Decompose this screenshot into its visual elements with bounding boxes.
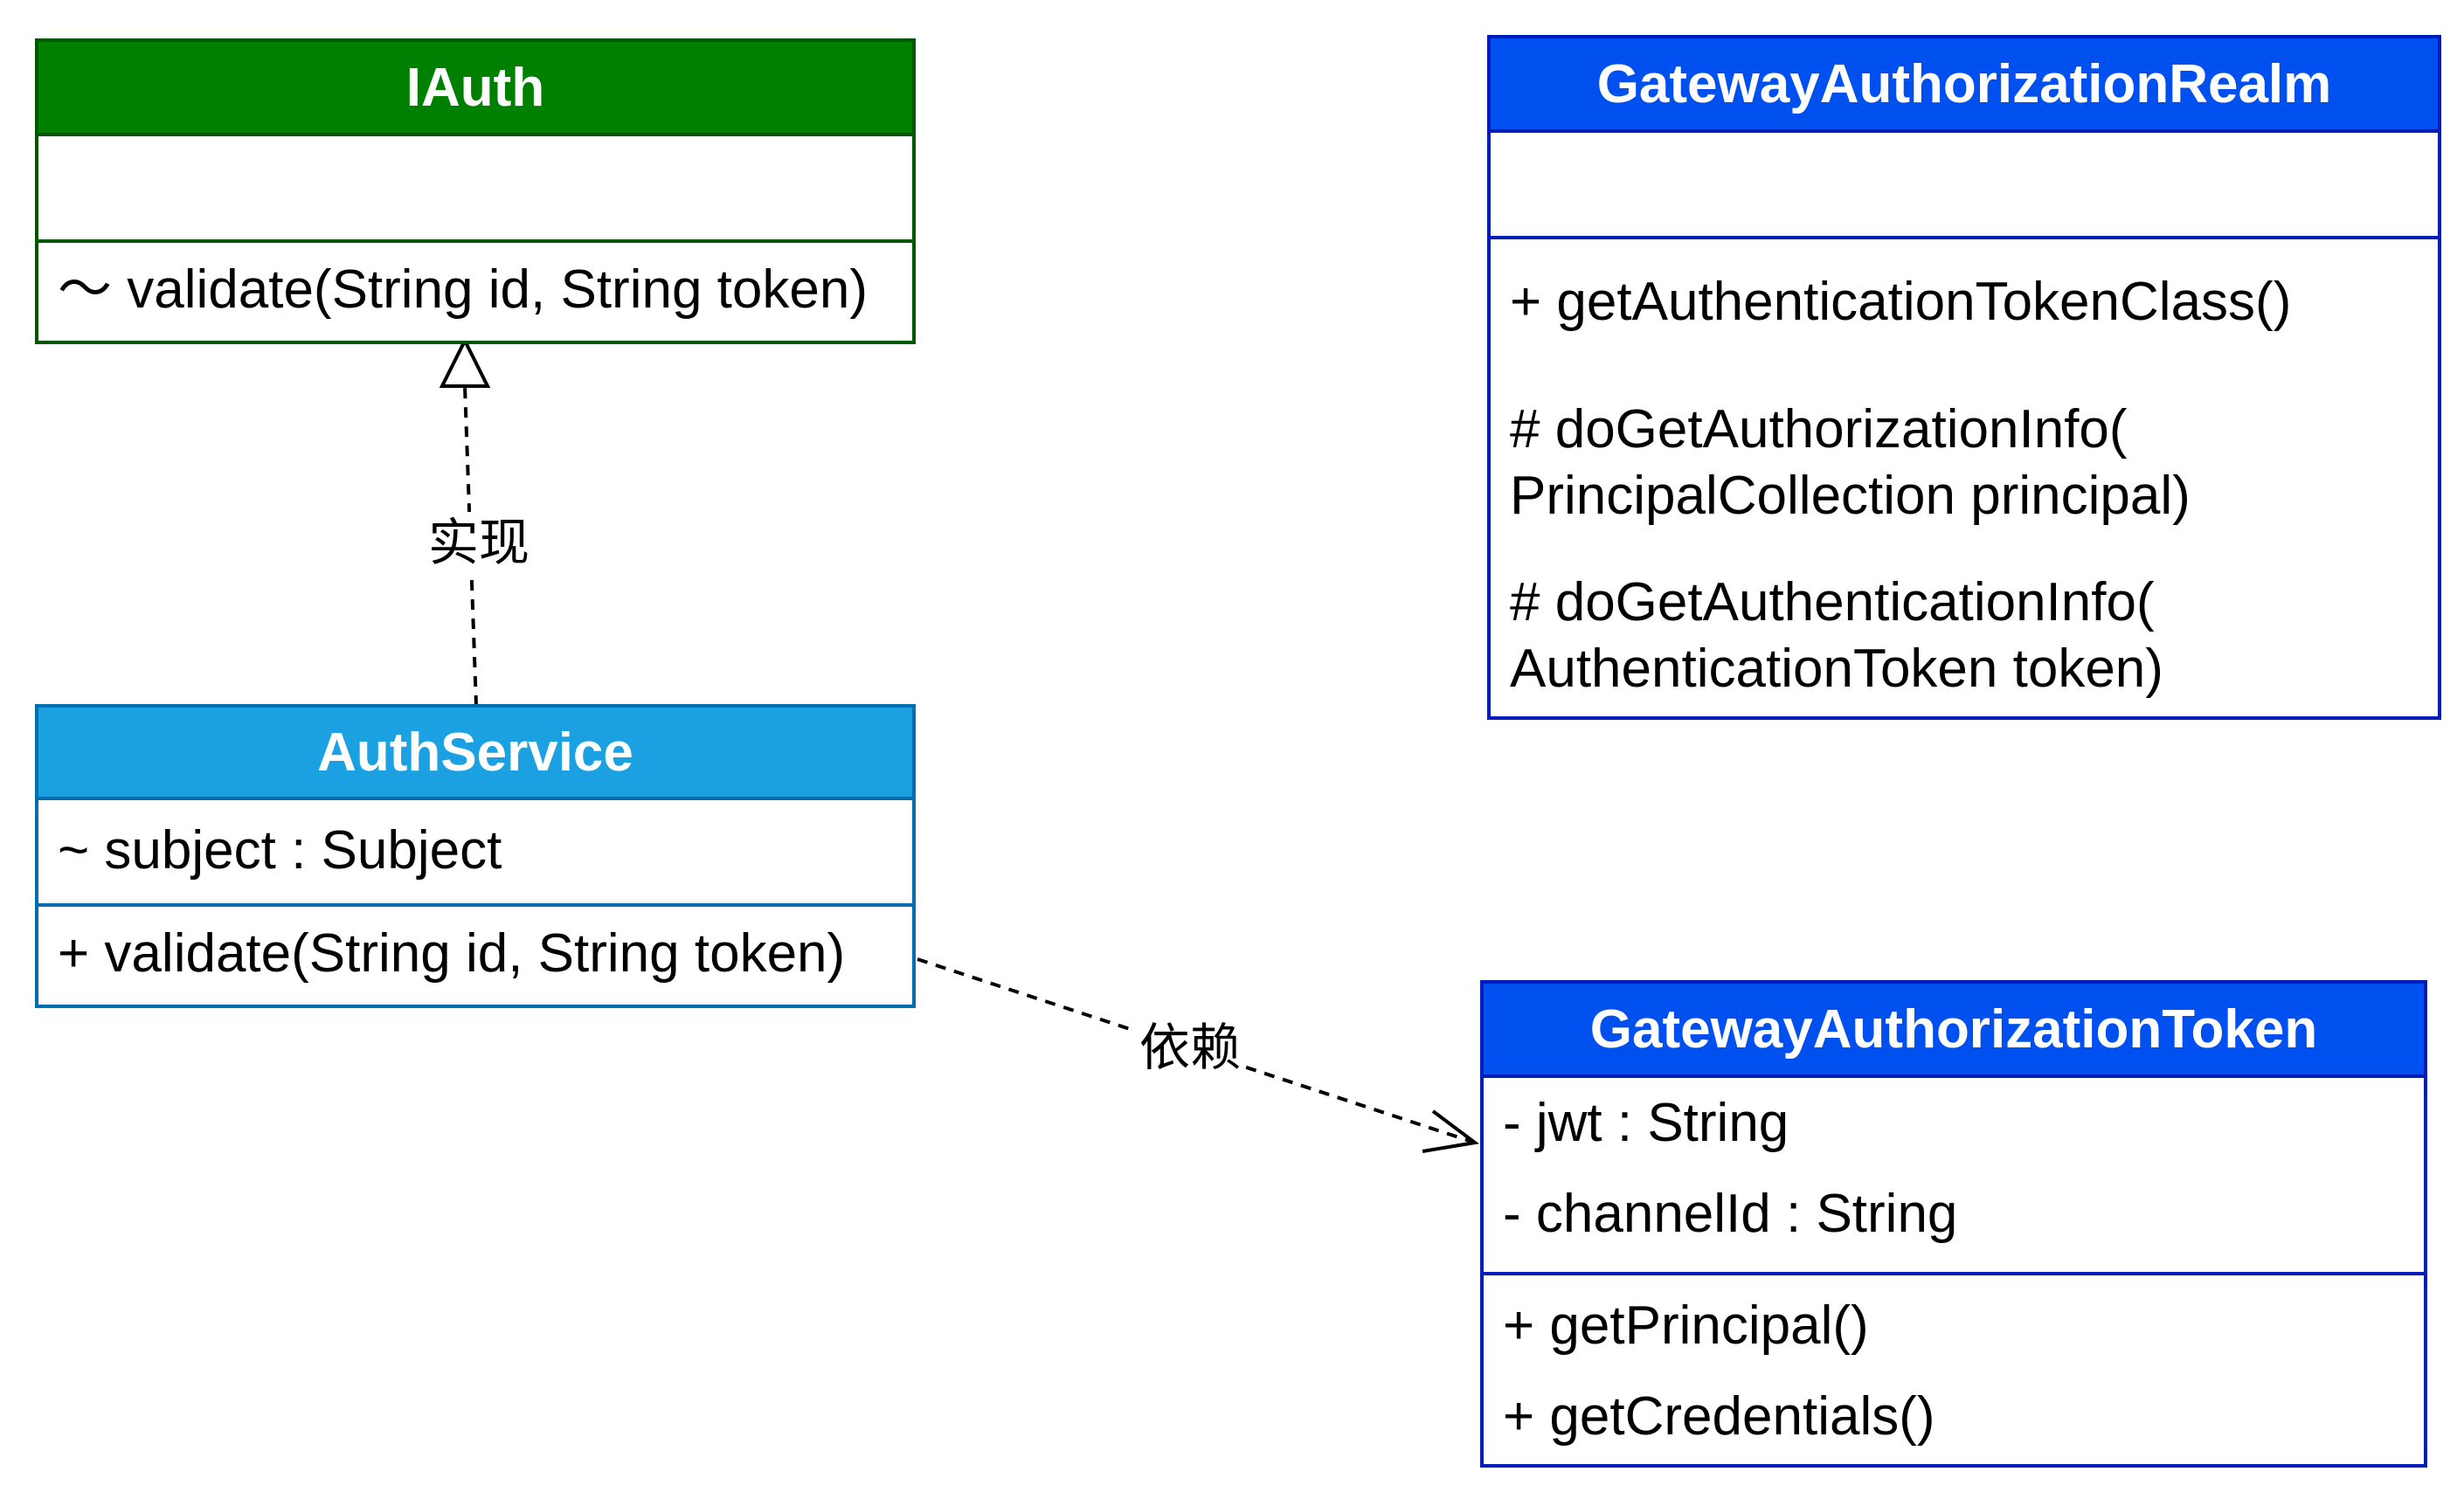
class-auth-service-attributes: ~ subject : Subject [38, 800, 912, 907]
method-get-principal: + getPrincipal() [1503, 1295, 1869, 1356]
class-realm-methods: + getAuthenticationTokenClass() # doGetA… [1491, 239, 2438, 716]
dependency-arrowhead [1422, 1109, 1479, 1153]
method-validate: + validate(String id, String token) [58, 923, 846, 984]
method-do-get-authorization-info-param: PrincipalCollection principal) [1510, 466, 2191, 526]
dependency-label: 依赖 [1136, 1017, 1245, 1078]
class-token-header: GatewayAuthorizationToken [1484, 984, 2424, 1078]
class-realm-header: GatewayAuthorizationRealm [1491, 38, 2438, 133]
class-auth-service-header: AuthService [38, 708, 912, 800]
class-auth-service-name: AuthService [317, 722, 633, 783]
realization-label: 实现 [425, 512, 534, 573]
class-iauth-name: IAuth [405, 57, 545, 118]
class-realm-attributes [1491, 133, 2438, 239]
class-token-name: GatewayAuthorizationToken [1589, 998, 2318, 1060]
method-do-get-authorization-info: # doGetAuthorizationInfo( [1510, 399, 2128, 459]
class-token-methods: + getPrincipal() + getCredentials() [1484, 1275, 2424, 1464]
class-gateway-authorization-token[interactable]: GatewayAuthorizationToken - jwt : String… [1480, 980, 2427, 1468]
method-do-get-authentication-info: # doGetAuthenticationInfo( [1510, 572, 2155, 632]
class-iauth-header: IAuth [38, 42, 912, 136]
method-do-get-authentication-info-param: AuthenticationToken token) [1510, 639, 2163, 699]
class-token-attributes: - jwt : String - channelId : String [1484, 1078, 2424, 1275]
realization-arrowhead [439, 336, 491, 388]
class-iauth[interactable]: IAuth ～ validate(String id, String token… [35, 38, 916, 344]
attribute-jwt: - jwt : String [1503, 1093, 1789, 1153]
class-auth-service-methods: + validate(String id, String token) [38, 907, 912, 1005]
method-get-credentials: + getCredentials() [1503, 1386, 1935, 1447]
class-auth-service[interactable]: AuthService ~ subject : Subject + valida… [35, 704, 916, 1008]
method-get-authentication-token-class: + getAuthenticationTokenClass() [1510, 272, 2292, 332]
class-iauth-methods: ～ validate(String id, String token) [38, 243, 912, 341]
attribute-subject: ~ subject : Subject [58, 820, 502, 881]
method-validate: ～ validate(String id, String token) [58, 259, 868, 320]
class-gateway-authorization-realm[interactable]: GatewayAuthorizationRealm + getAuthentic… [1487, 35, 2441, 720]
class-iauth-attributes [38, 136, 912, 243]
class-realm-name: GatewayAuthorizationRealm [1596, 53, 2332, 114]
attribute-channel-id: - channelId : String [1503, 1184, 1958, 1244]
